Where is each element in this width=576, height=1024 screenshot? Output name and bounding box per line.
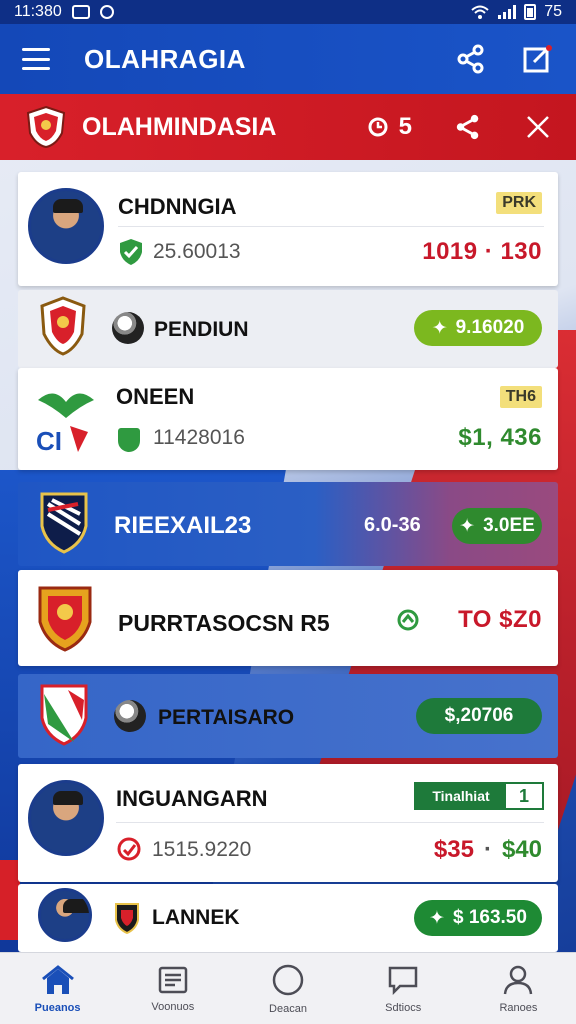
price-separator: · (483, 836, 492, 863)
team-price: TO $Z0 (458, 606, 542, 633)
app-title: OLAHRAGIA (84, 43, 246, 74)
odds-pill[interactable]: ✦ 3.0EE (452, 508, 542, 544)
close-icon[interactable] (524, 113, 552, 141)
team-card-purrtasocsn[interactable]: PURRTASOCSN R5 TO $Z0 (18, 570, 558, 666)
player-avatar (28, 780, 104, 856)
banner-share-icon[interactable] (454, 113, 482, 141)
banner-title: OLAHMINDASIA (82, 112, 277, 141)
nav-news[interactable]: Voonuos (115, 953, 230, 1024)
circle-icon (272, 964, 304, 995)
team-crest-icon (115, 903, 139, 934)
nav-chat[interactable]: Sdtiocs (346, 953, 461, 1024)
player-card-oneen[interactable]: CI ONEEN TH6 11428016 $1, 436 (18, 368, 558, 470)
status-bar: 11:380 75 (0, 0, 576, 24)
player-price: 1019 · 130 (422, 238, 542, 265)
league-crest-icon (26, 105, 66, 149)
profile-icon (504, 965, 533, 994)
nav-profile-label: Ranoes (499, 1001, 538, 1014)
player-name: INGUANGARN (116, 786, 268, 811)
odds-value: 3.0EE (483, 515, 535, 536)
club-logo-text: CI (36, 426, 62, 456)
player-stat: 25.60013 (153, 240, 241, 263)
team-crest-icon (38, 586, 92, 652)
news-icon (158, 966, 188, 993)
wifi-icon (471, 5, 489, 19)
plus-icon: ✦ (459, 515, 476, 537)
player-name: LANNEK (152, 906, 240, 929)
football-icon (112, 312, 144, 344)
team-row-rieexail[interactable]: RIEEXAIL23 6.0-36 ✦ 3.0EE (18, 482, 558, 566)
team-name: PERTAISARO (158, 706, 295, 729)
player-stat: 11428016 (153, 426, 245, 449)
clock-icon (368, 117, 388, 137)
background-red-accent (0, 860, 20, 940)
bottom-navigation: Pueanos Voonuos Deacan Sdtiocs Ranoes (0, 952, 576, 1024)
app-bar: OLAHRAGIA (0, 24, 576, 94)
status-time: 11:380 (14, 3, 62, 20)
player-card-inguangarn[interactable]: INGUANGARN Tinalhiat 1 1515.9220 $35 · $… (18, 764, 558, 882)
player-card-1[interactable]: CHDNNGIA PRK 25.60013 1019 · 130 (18, 172, 558, 286)
share-icon[interactable] (456, 44, 486, 74)
odds-pill[interactable]: ✦ 9.16020 (414, 310, 542, 346)
team-row-pendiun[interactable]: PENDIUN ✦ 9.16020 (18, 290, 558, 368)
verified-shield-icon (120, 239, 142, 265)
battery-text: 75 (544, 3, 562, 20)
football-icon (114, 700, 146, 732)
banner-count: 5 (367, 113, 412, 141)
trend-icon (397, 609, 419, 631)
player-card-lannek[interactable]: LANNEK ✦ $ 163.50 (18, 884, 558, 952)
player-price: $1, 436 (458, 424, 542, 451)
player-name: ONEEN (116, 384, 195, 409)
divider (118, 226, 544, 227)
player-avatar (38, 888, 92, 942)
home-icon (41, 964, 74, 994)
price-range: $35 · $40 (434, 836, 542, 864)
nav-news-label: Voonuos (151, 1000, 195, 1013)
shield-icon (118, 428, 140, 452)
plus-icon: ✦ (429, 907, 445, 929)
league-banner: OLAHMINDASIA 5 (0, 94, 576, 160)
divider (116, 822, 544, 823)
image-notification-icon (71, 5, 90, 19)
team-crest-icon (40, 492, 88, 554)
stat-badge-count: 1 (518, 785, 529, 806)
rank-badge: TH6 (499, 386, 542, 408)
nav-center[interactable]: Deacan (230, 953, 345, 1024)
chat-icon (388, 966, 418, 995)
battery-icon (524, 4, 537, 20)
team-crest-icon (40, 296, 86, 356)
rank-badge: PRK (496, 192, 542, 214)
team-crest-icon (40, 684, 88, 746)
target-icon (117, 837, 141, 861)
nav-home-label: Pueanos (34, 1001, 81, 1014)
edit-icon[interactable] (522, 44, 554, 74)
odds-value: 9.16020 (455, 317, 525, 338)
team-name: PURRTASOCSN R5 (118, 610, 330, 636)
price-high: $40 (501, 836, 542, 863)
team-row-pertaisaro[interactable]: PERTAISARO $,20706 (18, 674, 558, 758)
team-name: RIEEXAIL23 (114, 512, 252, 539)
odds-pill[interactable]: $,20706 (416, 698, 542, 734)
odds-pill[interactable]: ✦ $ 163.50 (414, 900, 542, 936)
stat-badge-label: Tinalhiat (416, 784, 506, 808)
app-notification-icon (99, 5, 114, 19)
team-name: PENDIUN (154, 318, 249, 341)
player-name: CHDNNGIA (118, 194, 237, 219)
team-odds: 6.0-36 (364, 514, 421, 536)
plus-icon: ✦ (431, 317, 448, 339)
banner-count-value: 5 (398, 113, 412, 140)
menu-icon[interactable] (22, 48, 50, 70)
player-avatar (28, 188, 104, 264)
price-low: $35 (433, 836, 474, 863)
stat-badge: Tinalhiat 1 (414, 782, 544, 810)
nav-center-label: Deacan (269, 1002, 307, 1015)
player-stat: 1515.9220 (152, 838, 252, 861)
nav-profile[interactable]: Ranoes (461, 953, 576, 1024)
nav-chat-label: Sdtiocs (385, 1001, 422, 1014)
nav-home[interactable]: Pueanos (0, 953, 115, 1024)
signal-icon (498, 5, 517, 19)
odds-value: $ 163.50 (452, 907, 527, 928)
club-logo-icon: CI (36, 393, 94, 456)
